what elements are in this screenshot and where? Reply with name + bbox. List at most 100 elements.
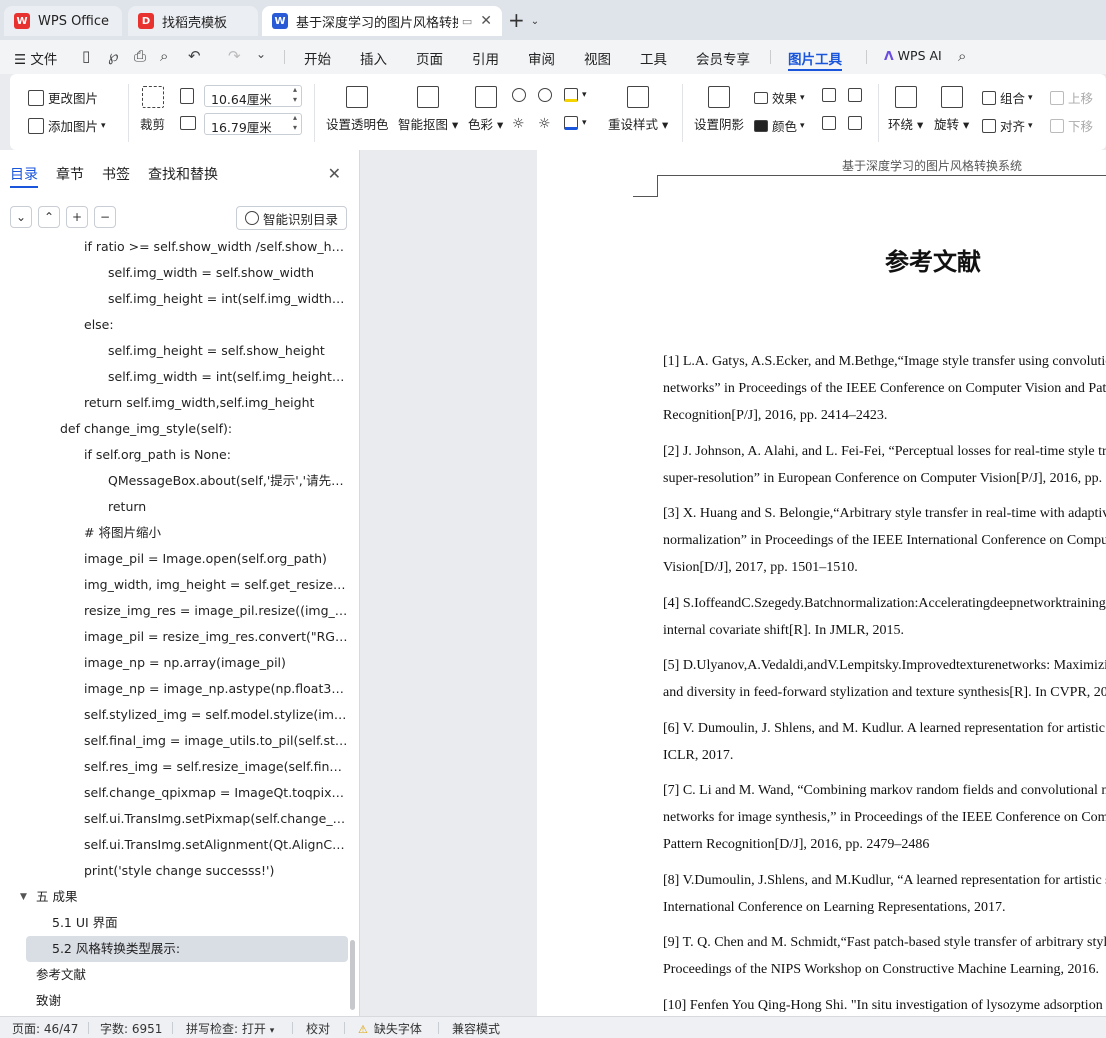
color-button[interactable]: 颜色 ▾ <box>754 116 805 135</box>
bring-forward-icon[interactable] <box>822 88 840 102</box>
crop-button[interactable]: 裁剪 <box>140 86 165 133</box>
rotate-button[interactable]: 旋转 ▾ <box>934 86 969 133</box>
toc-item[interactable]: image_np = image_np.astype(np.float32) /… <box>0 676 348 702</box>
move-down-button[interactable]: 下移 <box>1050 116 1093 135</box>
tab-toc[interactable]: 目录 <box>10 164 38 184</box>
toc-item[interactable]: resize_img_res = image_pil.resize((img_w… <box>0 598 348 624</box>
wps-ai-button[interactable]: Λ WPS AI <box>884 48 942 63</box>
effects-button[interactable]: 效果 ▾ <box>754 88 805 107</box>
save-icon[interactable]: ▯ <box>82 47 90 65</box>
add-heading-button[interactable]: + <box>66 206 88 228</box>
close-icon[interactable]: ✕ <box>328 164 341 183</box>
border-color-button[interactable]: ▾ <box>564 116 587 130</box>
collapse-all-button[interactable]: ⌃ <box>38 206 60 228</box>
brightness-up-button[interactable] <box>512 88 530 102</box>
layer-up-icon[interactable] <box>822 116 840 130</box>
toc-item[interactable]: def change_img_style(self): <box>0 416 348 442</box>
move-up-button[interactable]: 上移 <box>1050 88 1093 107</box>
word-count[interactable]: 字数: 6951 <box>100 1020 162 1037</box>
contrast-up-button[interactable] <box>538 88 556 102</box>
toc-scrollbar[interactable] <box>350 940 355 1010</box>
chevron-down-icon[interactable]: ⌄ <box>531 16 539 27</box>
toc-item[interactable]: self.ui.TransImg.setPixmap(self.change_q… <box>0 806 348 832</box>
new-tab-button[interactable]: + ⌄ <box>508 8 539 32</box>
color-tone-button[interactable]: 色彩 ▾ <box>468 86 503 133</box>
toc-item[interactable]: self.res_img = self.resize_image(self.fi… <box>0 754 348 780</box>
tab-find-replace[interactable]: 查找和替换 <box>148 164 218 184</box>
missing-font-button[interactable]: 缺失字体 <box>358 1020 422 1037</box>
page-indicator[interactable]: 页面: 46/47 <box>12 1020 78 1037</box>
menu-reference[interactable]: 引用 <box>472 48 499 68</box>
tab-docer-templates[interactable]: D 找稻壳模板 <box>128 6 258 36</box>
expand-all-button[interactable]: ⌄ <box>10 206 32 228</box>
toc-item[interactable]: self.ui.TransImg.setAlignment(Qt.AlignCe… <box>0 832 348 858</box>
toc-item[interactable]: 致谢 <box>0 988 348 1014</box>
search-icon[interactable]: ⌕ <box>958 47 966 65</box>
proofread-button[interactable]: 校对 <box>306 1020 330 1037</box>
set-transparent-button[interactable]: 设置透明色 <box>326 86 389 133</box>
toc-item[interactable]: self.change_qpixmap = ImageQt.toqpixma… <box>0 780 348 806</box>
spell-check-toggle[interactable]: 拼写检查: 打开 ▾ <box>186 1020 274 1037</box>
menu-start[interactable]: 开始 <box>304 48 331 68</box>
chevron-down-icon[interactable]: ⌄ <box>256 47 266 61</box>
document-page[interactable]: 基于深度学习的图片风格转换系统 参考文献 [1] L.A. Gatys, A.S… <box>537 150 1106 1016</box>
toc-item[interactable]: return self.img_width,self.img_height <box>0 390 348 416</box>
menu-file[interactable]: ☰ 文件 <box>14 48 57 68</box>
toc-item[interactable]: image_np = np.array(image_pil) <box>0 650 348 676</box>
brightness-down-button[interactable]: ☼ <box>512 116 525 132</box>
print-preview-icon[interactable]: ⌕ <box>160 47 168 65</box>
change-image-button[interactable]: 更改图片 <box>28 88 98 107</box>
toc-item[interactable]: # 将图片缩小 <box>0 520 348 546</box>
tab-wps-office[interactable]: W WPS Office <box>4 6 122 36</box>
toc-item[interactable]: self.img_height = self.show_height <box>0 338 348 364</box>
group-button[interactable]: 组合 ▾ <box>982 88 1033 107</box>
toc-item[interactable]: image_pil = Image.open(self.org_path) <box>0 546 348 572</box>
add-image-button[interactable]: 添加图片 ▾ <box>28 116 106 135</box>
menu-member[interactable]: 会员专享 <box>696 48 750 68</box>
layer-down-icon[interactable] <box>848 116 866 130</box>
align-button[interactable]: 对齐 ▾ <box>982 116 1033 135</box>
width-stepper[interactable]: 10.64厘米 <box>204 85 302 107</box>
wrap-button[interactable]: 环绕 ▾ <box>888 86 923 133</box>
menu-page[interactable]: 页面 <box>416 48 443 68</box>
toc-item[interactable]: 5.1 UI 界面 <box>0 910 348 936</box>
toc-item[interactable]: self.stylized_img = self.model.stylize(i… <box>0 702 348 728</box>
menu-tools[interactable]: 工具 <box>640 48 667 68</box>
toc-item[interactable]: img_width, img_height = self.get_resize_… <box>0 572 348 598</box>
toc-item[interactable]: image_pil = resize_img_res.convert("RGB"… <box>0 624 348 650</box>
print-icon[interactable]: ⎙ <box>134 47 146 65</box>
contrast-down-button[interactable]: ☼ <box>538 116 551 132</box>
tab-chapters[interactable]: 章节 <box>56 164 84 184</box>
send-backward-icon[interactable] <box>848 88 866 102</box>
height-stepper[interactable]: 16.79厘米 <box>204 113 302 135</box>
toc-item[interactable]: self.img_width = self.show_width <box>0 260 348 286</box>
toc-item[interactable]: self.final_img = image_utils.to_pil(self… <box>0 728 348 754</box>
close-icon[interactable]: ✕ <box>480 13 492 29</box>
highlight-color-button[interactable]: ▾ <box>564 88 587 102</box>
smart-cutout-button[interactable]: 智能抠图 ▾ <box>398 86 458 133</box>
toc-item[interactable]: 5.2 风格转换类型展示: <box>26 936 348 962</box>
smart-toc-button[interactable]: 智能识别目录 <box>235 206 347 230</box>
tab-current-document[interactable]: W 基于深度学习的图片风格转换系 ▭ ✕ <box>262 6 502 36</box>
undo-icon[interactable]: ↶ <box>188 47 201 65</box>
toc-item[interactable]: self.img_height = int(self.img_width / r… <box>0 286 348 312</box>
toc-item[interactable]: if self.org_path is None: <box>0 442 348 468</box>
toc-item[interactable]: ▼ 五 成果 <box>0 884 348 910</box>
expand-triangle-icon[interactable]: ▼ <box>20 884 27 910</box>
toc-item[interactable]: else: <box>0 312 348 338</box>
menu-view[interactable]: 视图 <box>584 48 611 68</box>
redo-icon[interactable]: ↷ <box>228 47 241 65</box>
toc-item[interactable]: print('style change successs!') <box>0 858 348 884</box>
tab-bookmarks[interactable]: 书签 <box>102 164 130 184</box>
set-shadow-button[interactable]: 设置阴影 <box>694 86 744 133</box>
export-icon[interactable]: ℘ <box>108 47 118 65</box>
toc-item[interactable]: self.img_width = int(self.img_height * r… <box>0 364 348 390</box>
remove-heading-button[interactable]: − <box>94 206 116 228</box>
reset-style-button[interactable]: 重设样式 ▾ <box>608 86 668 133</box>
toc-item[interactable]: return <box>0 494 348 520</box>
toc-item[interactable]: 参考文献 <box>0 962 348 988</box>
toc-item[interactable]: if ratio >= self.show_width /self.show_h… <box>0 234 348 260</box>
menu-insert[interactable]: 插入 <box>360 48 387 68</box>
menu-picture-tools[interactable]: 图片工具 <box>788 48 842 68</box>
toc-item[interactable]: QMessageBox.about(self,'提示','请先选… <box>0 468 348 494</box>
